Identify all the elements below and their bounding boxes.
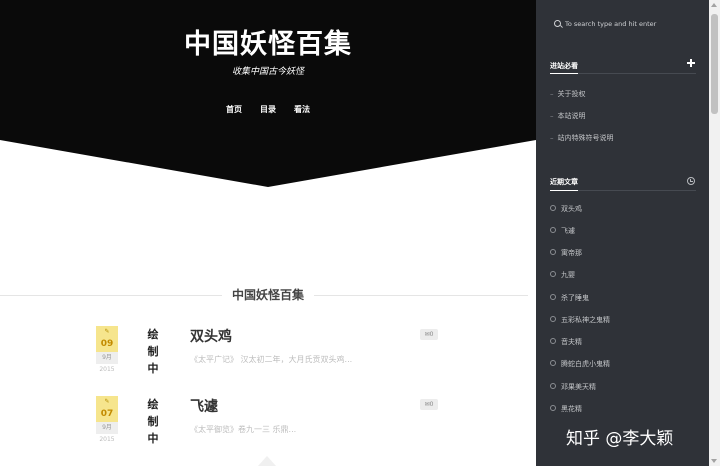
nav-opinion[interactable]: 看法 bbox=[294, 104, 310, 115]
post-month: 9月 bbox=[96, 352, 118, 364]
scrollbar-thumb[interactable] bbox=[711, 14, 718, 114]
clock-icon bbox=[687, 177, 695, 185]
widget-title-must-read: 进站必看 bbox=[550, 62, 578, 70]
post-title[interactable]: 飞遽 bbox=[190, 396, 218, 416]
date-badge: ✎ 07 9月 2015 bbox=[96, 396, 118, 446]
watermark: 知乎 @李大颖 bbox=[566, 429, 674, 449]
recent-post-link[interactable]: 音夫精 bbox=[550, 337, 582, 347]
widget-divider bbox=[550, 190, 696, 191]
nav-home[interactable]: 首页 bbox=[226, 104, 242, 115]
post-title[interactable]: 双头鸡 bbox=[190, 326, 232, 346]
scroll-up-icon[interactable] bbox=[711, 3, 717, 7]
widget-divider bbox=[550, 73, 696, 74]
post-thumbnail[interactable]: 绘 制 中 bbox=[146, 326, 160, 377]
sidebar: To search type and hit enter 进站必看 – 关于投权 … bbox=[536, 0, 709, 466]
sidebar-link-symbols[interactable]: – 站内特殊符号说明 bbox=[550, 133, 614, 143]
date-badge: ✎ 09 9月 2015 bbox=[96, 326, 118, 376]
post-item: ✎ 07 9月 2015 绘 制 中 飞遽 《太平御览》卷九一三 乐鼎... ✉… bbox=[96, 396, 442, 456]
scrollbar[interactable] bbox=[709, 0, 720, 466]
main-nav: 首页 目录 看法 bbox=[0, 104, 536, 115]
widget-title-recent: 近期文章 bbox=[550, 178, 578, 186]
post-excerpt: 《太平广记》 汉太初二年，大月氏贡双头鸡... bbox=[190, 355, 353, 364]
scroll-top-button[interactable] bbox=[258, 456, 276, 466]
recent-post-link[interactable]: 五彩私神之鬼精 bbox=[550, 315, 610, 325]
recent-post-link[interactable]: 邓果美天精 bbox=[550, 382, 596, 392]
nav-catalog[interactable]: 目录 bbox=[260, 104, 276, 115]
post-thumbnail[interactable]: 绘 制 中 bbox=[146, 396, 160, 447]
post-day: 09 bbox=[100, 339, 114, 349]
recent-post-link[interactable]: 腾蛇白虎小鬼精 bbox=[550, 359, 610, 369]
comment-count[interactable]: ✉0 bbox=[420, 399, 438, 410]
plus-icon[interactable] bbox=[687, 59, 695, 67]
post-year: 2015 bbox=[99, 366, 115, 373]
sidebar-link-site-notes[interactable]: – 本站说明 bbox=[550, 111, 586, 121]
comment-count[interactable]: ✉0 bbox=[420, 329, 438, 340]
site-subtitle: 收集中国古今妖怪 bbox=[231, 67, 304, 77]
search-placeholder: To search type and hit enter bbox=[565, 20, 657, 28]
post-month: 9月 bbox=[96, 422, 118, 434]
recent-post-link[interactable]: 飞遽 bbox=[550, 226, 575, 236]
search-icon bbox=[554, 20, 561, 27]
sidebar-link-about[interactable]: – 关于投权 bbox=[550, 89, 586, 99]
recent-post-link[interactable]: 黑花精 bbox=[550, 404, 582, 414]
pencil-icon: ✎ bbox=[104, 328, 110, 335]
recent-post-link[interactable]: 杀了睡鬼 bbox=[550, 293, 589, 303]
post-excerpt: 《太平御览》卷九一三 乐鼎... bbox=[190, 425, 297, 434]
search-input[interactable]: To search type and hit enter bbox=[554, 17, 694, 31]
scroll-down-icon[interactable] bbox=[711, 459, 717, 463]
site-title[interactable]: 中国妖怪百集 bbox=[0, 22, 536, 61]
section-heading: 中国妖怪百集 bbox=[222, 286, 314, 303]
recent-post-link[interactable]: 寓帝那 bbox=[550, 248, 582, 258]
recent-post-link[interactable]: 九婴 bbox=[550, 270, 575, 280]
post-day: 07 bbox=[100, 409, 114, 419]
pencil-icon: ✎ bbox=[104, 398, 110, 405]
post-item: ✎ 09 9月 2015 绘 制 中 双头鸡 《太平广记》 汉太初二年，大月氏贡… bbox=[96, 326, 442, 386]
post-year: 2015 bbox=[99, 436, 115, 443]
recent-post-link[interactable]: 双头鸡 bbox=[550, 204, 582, 214]
